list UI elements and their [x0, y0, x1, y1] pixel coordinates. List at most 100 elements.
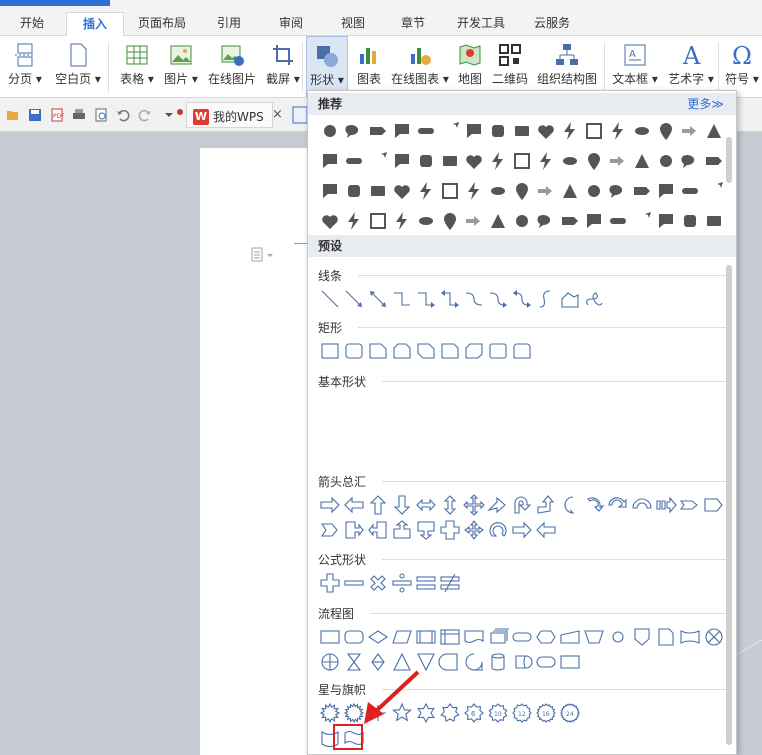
- preset-shape-icon[interactable]: [366, 287, 390, 311]
- close-tab-icon[interactable]: ×: [272, 106, 283, 124]
- recommended-shape-icon[interactable]: [654, 179, 678, 203]
- recommended-shape-icon[interactable]: [318, 119, 342, 143]
- recommended-shape-icon[interactable]: [414, 179, 438, 203]
- preset-shape-icon[interactable]: [462, 650, 486, 674]
- recommended-shape-icon[interactable]: [534, 209, 558, 233]
- recommended-shape-icon[interactable]: [678, 209, 702, 233]
- preset-shape-icon[interactable]: undefined: [438, 393, 462, 417]
- preset-shape-icon[interactable]: undefined: [318, 443, 342, 467]
- preset-shape-icon[interactable]: [534, 287, 558, 311]
- preset-shape-icon[interactable]: [654, 493, 678, 517]
- recommended-shape-icon[interactable]: [366, 149, 390, 173]
- preset-shape-icon[interactable]: undefined: [318, 418, 342, 442]
- preset-shape-icon[interactable]: [582, 493, 606, 517]
- tab-6[interactable]: 章节: [390, 12, 436, 36]
- preset-shape-icon[interactable]: [366, 493, 390, 517]
- preset-shape-icon[interactable]: undefined: [510, 393, 534, 417]
- preset-shape-icon[interactable]: undefined: [390, 393, 414, 417]
- recommended-shape-icon[interactable]: [366, 119, 390, 143]
- preset-shape-icon[interactable]: [342, 701, 366, 725]
- preset-shape-icon[interactable]: [702, 625, 726, 649]
- undo-icon[interactable]: [116, 108, 130, 122]
- preset-shape-icon[interactable]: [558, 625, 582, 649]
- preset-shape-icon[interactable]: undefined: [702, 418, 726, 442]
- preset-shape-icon[interactable]: undefined: [582, 393, 606, 417]
- preset-shape-icon[interactable]: undefined: [510, 418, 534, 442]
- ribbon-button-omega[interactable]: Ω 符号 ▾: [724, 36, 760, 98]
- preset-shape-icon[interactable]: [366, 571, 390, 595]
- preset-shape-icon[interactable]: [318, 571, 342, 595]
- document-page[interactable]: [200, 148, 320, 755]
- preset-shape-icon[interactable]: [630, 625, 654, 649]
- preset-shape-icon[interactable]: [390, 571, 414, 595]
- preset-shape-icon[interactable]: [510, 518, 534, 542]
- preset-shape-icon[interactable]: [390, 625, 414, 649]
- preset-shape-icon[interactable]: [318, 518, 342, 542]
- preset-shape-icon[interactable]: undefined: [606, 418, 630, 442]
- preset-shape-icon[interactable]: undefined: [414, 393, 438, 417]
- recommended-shape-icon[interactable]: [342, 179, 366, 203]
- new-doc-tab-icon[interactable]: [292, 106, 308, 124]
- preset-shape-icon[interactable]: [414, 287, 438, 311]
- preset-shape-icon[interactable]: [342, 518, 366, 542]
- ribbon-button-chart[interactable]: 图表: [352, 36, 386, 98]
- ribbon-button-org-chart[interactable]: 组织结构图: [534, 36, 600, 98]
- recommended-shape-icon[interactable]: [606, 209, 630, 233]
- recommended-shape-icon[interactable]: [366, 209, 390, 233]
- preset-shape-icon[interactable]: [366, 650, 390, 674]
- preset-shape-icon[interactable]: [534, 518, 558, 542]
- recommended-shape-icon[interactable]: [510, 209, 534, 233]
- ribbon-button-picture[interactable]: 图片 ▾: [160, 36, 202, 98]
- recommended-shape-icon[interactable]: [558, 179, 582, 203]
- recommended-shape-icon[interactable]: [318, 179, 342, 203]
- recommended-shape-icon[interactable]: [606, 149, 630, 173]
- recommended-shape-icon[interactable]: [630, 149, 654, 173]
- recommended-shape-icon[interactable]: [534, 179, 558, 203]
- preset-shape-icon[interactable]: [390, 518, 414, 542]
- preset-shape-icon[interactable]: [342, 650, 366, 674]
- preset-shape-icon[interactable]: [438, 571, 462, 595]
- preset-shape-icon[interactable]: [414, 339, 438, 363]
- recommended-shape-icon[interactable]: [390, 209, 414, 233]
- open-folder-icon[interactable]: [6, 108, 20, 122]
- preset-shape-icon[interactable]: [318, 650, 342, 674]
- preset-shape-icon[interactable]: [510, 493, 534, 517]
- preset-shape-icon[interactable]: [510, 339, 534, 363]
- recommended-shape-icon[interactable]: [462, 119, 486, 143]
- preset-shape-icon[interactable]: [438, 493, 462, 517]
- document-tab[interactable]: W 我的WPS: [186, 102, 273, 128]
- recommended-shape-icon[interactable]: [342, 149, 366, 173]
- preset-shape-icon[interactable]: [438, 518, 462, 542]
- tab-5[interactable]: 视图: [330, 12, 376, 36]
- preset-shape-icon[interactable]: [510, 650, 534, 674]
- recommended-shape-icon[interactable]: [462, 209, 486, 233]
- recommended-shape-icon[interactable]: [678, 149, 702, 173]
- ribbon-button-qrcode[interactable]: 二维码: [488, 36, 532, 98]
- tab-4[interactable]: 审阅: [266, 12, 316, 36]
- preset-shape-icon[interactable]: [414, 650, 438, 674]
- preset-shape-icon[interactable]: [534, 650, 558, 674]
- preset-shape-icon[interactable]: undefined: [342, 418, 366, 442]
- preset-shape-icon[interactable]: [486, 493, 510, 517]
- preset-shape-icon[interactable]: 12: [510, 701, 534, 725]
- preset-shape-icon[interactable]: undefined: [702, 393, 726, 417]
- preset-shape-icon[interactable]: undefined: [318, 393, 342, 417]
- preset-shape-icon[interactable]: undefined: [366, 393, 390, 417]
- preset-shape-icon[interactable]: undefined: [366, 418, 390, 442]
- recommended-shape-icon[interactable]: [438, 149, 462, 173]
- recommended-shape-icon[interactable]: [414, 119, 438, 143]
- preset-shape-icon[interactable]: undefined: [534, 418, 558, 442]
- preset-shape-icon[interactable]: undefined: [654, 393, 678, 417]
- ribbon-button-textbox[interactable]: A 文本框 ▾: [610, 36, 660, 98]
- preset-shape-icon[interactable]: undefined: [462, 418, 486, 442]
- recommended-shape-icon[interactable]: [510, 179, 534, 203]
- preset-shape-icon[interactable]: [438, 625, 462, 649]
- preset-shape-icon[interactable]: undefined: [486, 418, 510, 442]
- tab-1[interactable]: 插入: [66, 12, 124, 36]
- recommended-shape-icon[interactable]: [702, 179, 726, 203]
- preset-shape-icon[interactable]: [438, 650, 462, 674]
- recommended-shape-icon[interactable]: [366, 179, 390, 203]
- ribbon-button-screenshot[interactable]: 截屏 ▾: [262, 36, 304, 98]
- recommended-shape-icon[interactable]: [630, 209, 654, 233]
- recommended-shape-icon[interactable]: [510, 119, 534, 143]
